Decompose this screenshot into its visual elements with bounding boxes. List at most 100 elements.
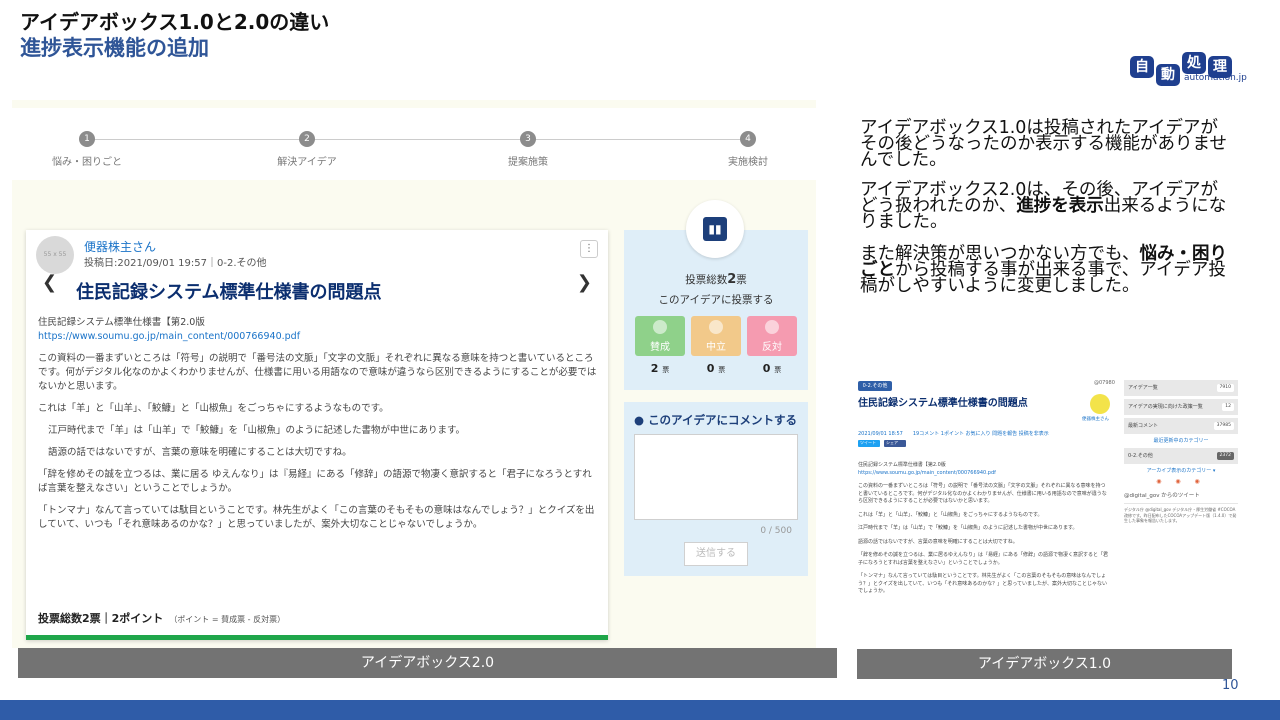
vote-count-neutral: 0 票	[691, 362, 741, 375]
body-paragraph: 江戸時代まで「羊」は「山羊」で「鮫鱇」を「山椒魚」のように記述した書物が中世にあ…	[858, 525, 1078, 531]
vote-count-unit: 票	[718, 366, 726, 374]
doc-link[interactable]: https://www.soumu.go.jp/main_content/000…	[858, 470, 996, 476]
progress-step-2[interactable]: 2 解決アイデア	[257, 131, 357, 168]
step-number: 1	[79, 131, 95, 147]
description-paragraph-3: また解決策が思いつかない方でも、悩み・困りごとから投稿する事が出来る事で、アイデ…	[860, 245, 1230, 296]
vote-count-agree: 2 票	[635, 362, 685, 375]
sidebar-item-label: アイデアの実現に向けた政策一覧	[1128, 404, 1203, 410]
sidebar-item-label: 最新コメント	[1128, 423, 1159, 429]
author-link[interactable]: 便器株主さん	[84, 238, 156, 255]
sidebar-item-label: アイデア一覧	[1128, 385, 1158, 391]
vote-count-oppose: 0 票	[747, 362, 797, 375]
idea-body: 住民記録システム標準仕様書【第2.0版 https://www.soumu.go…	[38, 316, 600, 540]
vote-agree-button[interactable]: 賛成	[635, 316, 685, 356]
logo-char: 処	[1182, 52, 1206, 74]
tweet-label: ツイート	[860, 440, 876, 445]
vote-total-value: 2	[727, 272, 737, 287]
progress-step-3[interactable]: 3 提案施策	[478, 131, 578, 168]
vote-summary-note: （ポイント = 賛成票 - 反対票）	[169, 615, 286, 624]
body-paragraph: この資料の一番まずいところは「符号」の説明で「番号法の文脈」「文字の文脈」それぞ…	[38, 353, 597, 392]
idea-body: 住民記録システム標準仕様書【第2.0版 https://www.soumu.go.…	[858, 462, 1110, 602]
doc-link[interactable]: https://www.soumu.go.jp/main_content/000…	[38, 331, 300, 342]
idea-title: 住民記録システム標準仕様書の問題点	[76, 282, 382, 303]
comment-panel: ● このアイデアにコメントする 0 / 500 送信する	[624, 402, 808, 576]
ideabox2-caption: アイデアボックス2.0	[18, 648, 837, 678]
vote-summary-text: 投票総数2票｜2ポイント	[38, 612, 164, 625]
comment-heading: ● このアイデアにコメントする	[634, 412, 797, 428]
body-paragraph: 「辞を修めその誠を立つるは、業に居るゆえんなり」は『易経』にある「修辞」の語源で…	[858, 552, 1109, 566]
logo-char: 自	[1130, 56, 1154, 78]
popular-categories-link[interactable]: 最近更新中のカテゴリー	[1124, 437, 1238, 444]
page-number: 10	[1222, 678, 1239, 693]
vote-label: 反対	[762, 342, 782, 353]
chevron-left-icon[interactable]: ❮	[42, 272, 57, 293]
comment-bubble-icon: ●	[634, 413, 645, 427]
social-icons[interactable]: ◉ ◉ ◉	[1124, 478, 1238, 485]
body-paragraph: 「トンマナ」なんて言っていては駄目ということです。林先生がよく「この言葉のそもそ…	[38, 505, 595, 530]
slide-title: アイデアボックス1.0と2.0の違い	[20, 10, 330, 34]
idea-id: @07980	[1094, 380, 1115, 386]
smile-icon	[653, 320, 667, 334]
step-label: 解決アイデア	[277, 157, 337, 168]
vote-total: 投票総数2票	[624, 272, 808, 287]
tweet-button[interactable]: ツイート	[858, 440, 880, 447]
sidebar: アイデア一覧 7910 アイデアの実現に向けた政策一覧 12 最新コメント 37985…	[1124, 380, 1238, 563]
more-menu-icon[interactable]: ⋮	[580, 240, 598, 258]
vote-panel: ▮▮ 投票総数2票 このアイデアに投票する 賛成 中立 反対 2 票 0 票 0…	[624, 200, 808, 390]
vote-count-unit: 票	[774, 366, 782, 374]
vote-neutral-button[interactable]: 中立	[691, 316, 741, 356]
avatar: 55 x 55	[36, 236, 74, 274]
vote-total-prefix: 投票総数	[685, 274, 728, 286]
tweet-feed: デジタル庁 @digital_gov デジタル庁・厚生労働省 #COCOA 改修…	[1124, 503, 1238, 563]
share-button[interactable]: シェア	[884, 440, 906, 447]
send-button[interactable]: 送信する	[684, 542, 748, 566]
share-label: シェア	[886, 440, 898, 445]
sidebar-item-ideas[interactable]: アイデア一覧 7910	[1124, 380, 1238, 396]
progress-step-4[interactable]: 4 実施検討	[698, 131, 798, 168]
body-paragraph: 語源の話ではないですが、言葉の意味を明確にすることは大切ですね。	[858, 538, 1018, 545]
body-paragraph: 「辞を修めその誠を立つるは、業に居る ゆえんなり」は『易経』にある「修辞」の語源…	[38, 469, 592, 494]
avatar	[1090, 394, 1110, 414]
archive-categories-link[interactable]: アーカイブ表示のカテゴリー ▾	[1124, 467, 1238, 474]
sidebar-item-policies[interactable]: アイデアの実現に向けた政策一覧 12	[1124, 399, 1238, 415]
sidebar-item-count: 2372	[1216, 452, 1234, 460]
progress-step-1[interactable]: 1 悩み・困りごと	[37, 131, 137, 168]
chart-icon: ▮▮	[686, 200, 744, 258]
sad-face-icon	[765, 320, 779, 334]
body-paragraph: この資料の一番まずいところは「符号」の説明で「番号法の文脈」「文字の文脈」それぞ…	[858, 483, 1107, 504]
progress-line	[87, 139, 747, 140]
vote-oppose-button[interactable]: 反対	[747, 316, 797, 356]
comment-char-counter: 0 / 500	[760, 526, 792, 536]
category-tag[interactable]: 0-2.その他	[858, 381, 892, 391]
author-link[interactable]: 便器株主さん	[1082, 416, 1109, 422]
sidebar-item-comments[interactable]: 最新コメント 37985	[1124, 418, 1238, 434]
comment-heading-text: このアイデアにコメントする	[648, 413, 797, 427]
body-paragraph: これは「羊」と「山羊」、「鮫鱇」と「山椒魚」をごっちゃにするようなものです。	[38, 403, 389, 414]
idea-title: 住民記録システム標準仕様書の問題点	[858, 398, 1028, 409]
tweet-feed-title: @digital_gov からのツイート	[1124, 493, 1200, 499]
step-label: 提案施策	[508, 157, 548, 168]
doc-name: 住民記録システム標準仕様書【第2.0版	[38, 317, 205, 328]
chevron-right-icon[interactable]: ❯	[577, 272, 592, 293]
sidebar-item-category[interactable]: 0-2.その他 2372	[1124, 448, 1238, 464]
description-text: から投稿する事が出来る事で、アイデア投稿がしやすいように変更しました。	[860, 260, 1226, 296]
vote-count-value: 0	[706, 362, 715, 375]
vote-summary: 投票総数2票｜2ポイント （ポイント = 賛成票 - 反対票）	[38, 610, 285, 626]
vote-count-value: 0	[762, 362, 771, 375]
doc-name: 住民記録システム標準仕様書【第2.0版	[858, 462, 946, 468]
card-accent-bar	[26, 635, 608, 640]
step-label: 悩み・困りごと	[52, 157, 122, 168]
slide-subtitle: 進捗表示機能の追加	[20, 36, 209, 60]
sidebar-item-count: 12	[1222, 403, 1234, 411]
comment-textarea[interactable]	[634, 434, 798, 520]
logo-domain: automation.jp	[1184, 73, 1247, 83]
logo-char: 動	[1156, 64, 1180, 86]
chart-icon-glyph: ▮▮	[703, 217, 727, 241]
post-date: 投稿日:2021/09/01 19:57｜0-2.その他	[84, 258, 267, 269]
body-paragraph: 江戸時代まで「羊」は「山羊」で「鮫鱇」を「山椒魚」のように記述した書物が中世にあ…	[48, 425, 466, 436]
vote-count-unit: 票	[662, 366, 670, 374]
neutral-face-icon	[709, 320, 723, 334]
vote-count-value: 2	[650, 362, 659, 375]
idea-card: 55 x 55 便器株主さん 投稿日:2021/09/01 19:57｜0-2.…	[26, 230, 608, 640]
vote-label: 賛成	[650, 342, 670, 353]
